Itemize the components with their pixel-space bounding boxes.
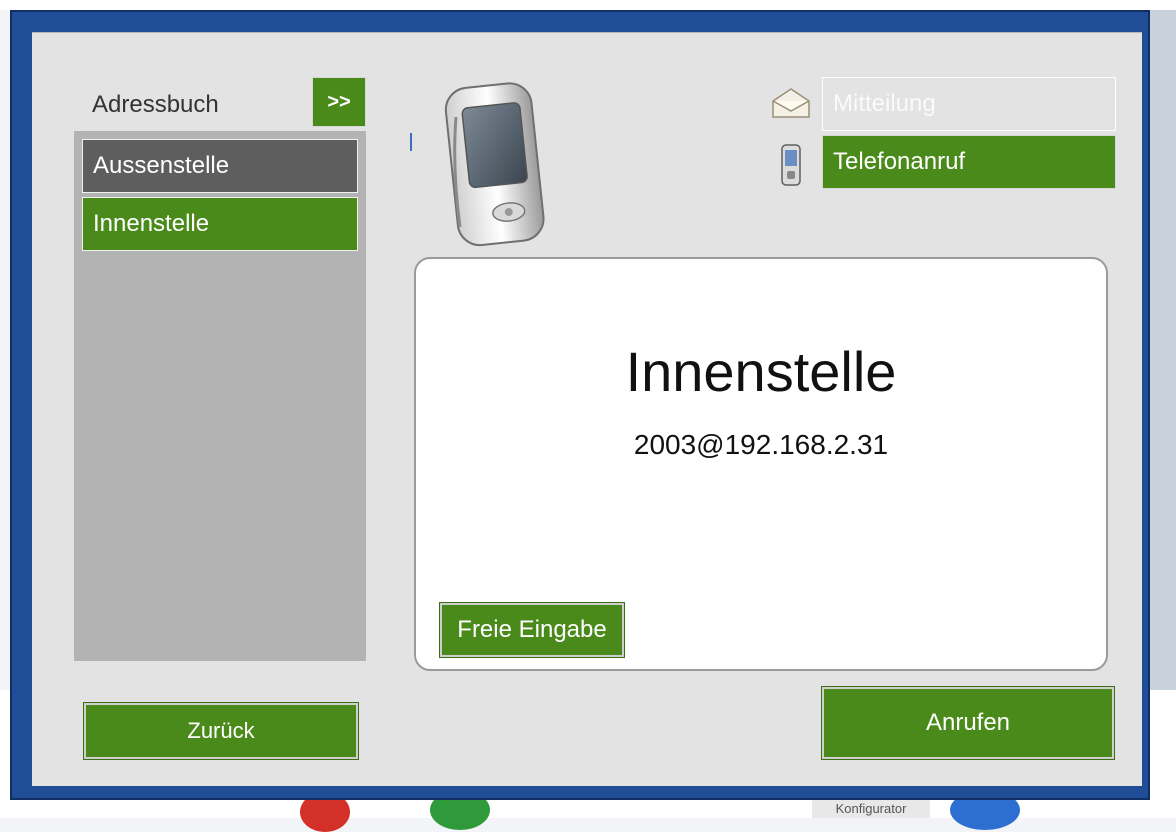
dialog-panel: Adressbuch >> Aussenstelle Innenstelle M… xyxy=(32,32,1142,786)
address-book-expand-button[interactable]: >> xyxy=(312,77,366,127)
divider-tick xyxy=(410,133,412,151)
contact-card: Innenstelle 2003@192.168.2.31 Freie Eing… xyxy=(414,257,1108,671)
desktop-top-strip xyxy=(0,0,1176,10)
envelope-icon xyxy=(770,85,812,126)
address-book-item-innenstelle[interactable]: Innenstelle xyxy=(82,197,358,251)
call-button[interactable]: Anrufen xyxy=(821,686,1115,760)
free-input-button[interactable]: Freie Eingabe xyxy=(439,602,625,658)
address-book-title: Adressbuch xyxy=(92,91,219,118)
address-book-list: Aussenstelle Innenstelle xyxy=(74,131,366,661)
contact-address: 2003@192.168.2.31 xyxy=(633,429,889,460)
message-button[interactable]: Mitteilung xyxy=(822,77,1116,131)
address-book-item-aussenstelle[interactable]: Aussenstelle xyxy=(82,139,358,193)
phone-call-button[interactable]: Telefonanruf xyxy=(822,135,1116,189)
mobile-phone-icon xyxy=(442,77,572,257)
phone-icon xyxy=(780,143,802,192)
contact-name: Innenstelle xyxy=(625,340,897,403)
back-button[interactable]: Zurück xyxy=(83,702,359,760)
